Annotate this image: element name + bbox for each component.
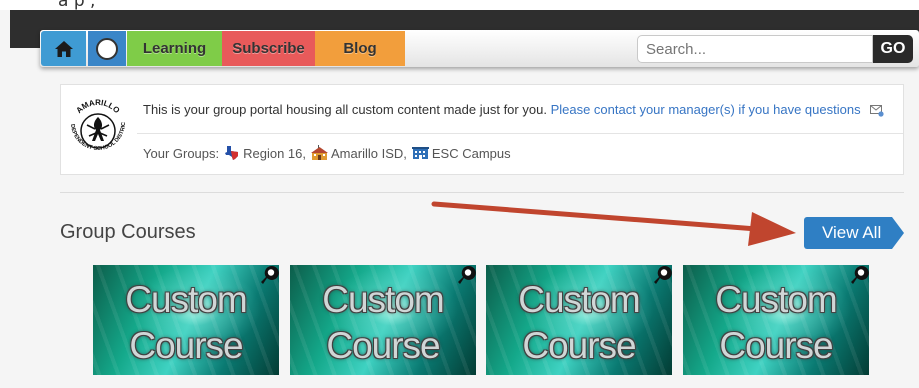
- course-card[interactable]: Custom Course: [93, 265, 279, 375]
- course-title-line1: Custom: [715, 279, 837, 320]
- portal-message-text: This is your group portal housing all cu…: [143, 102, 547, 117]
- groups-label: Your Groups:: [143, 145, 220, 161]
- course-title-line2: Course: [522, 325, 636, 366]
- group-esc-campus-label: ESC Campus: [431, 145, 511, 161]
- annotation-arrow-icon: [431, 201, 796, 246]
- group-amarillo-isd[interactable]: Amarillo ISD,: [311, 145, 407, 161]
- brand-logo-button[interactable]: [88, 31, 126, 66]
- district-seal-logo: AMARILLO INDEPENDENT SCHOOL DISTRICT: [65, 89, 127, 152]
- texas-map-icon: [225, 146, 239, 160]
- browser-top-strip: a p ,: [0, 0, 919, 11]
- map-pin-icon: [851, 265, 869, 284]
- seal-top-text: AMARILLO: [74, 98, 121, 115]
- course-card[interactable]: Custom Course: [290, 265, 476, 375]
- course-title-line1: Custom: [518, 279, 640, 320]
- contact-manager-link[interactable]: Please contact your manager(s) if you ha…: [551, 102, 861, 117]
- map-pin-icon: [261, 265, 279, 284]
- group-courses-heading: Group Courses: [60, 221, 196, 243]
- group-region-16-label: Region 16,: [243, 145, 307, 161]
- course-title-line1: Custom: [322, 279, 444, 320]
- view-all-button[interactable]: View All: [804, 217, 904, 249]
- search-go-button[interactable]: GO: [873, 35, 913, 63]
- map-pin-icon: [458, 265, 476, 284]
- home-icon: [54, 40, 73, 57]
- course-title-line1: Custom: [125, 279, 247, 320]
- group-portal-panel: AMARILLO INDEPENDENT SCHOOL DISTRICT Thi…: [60, 84, 904, 175]
- course-card[interactable]: Custom Course: [486, 265, 672, 375]
- brand-logo-icon: [96, 37, 118, 60]
- envelope-icon[interactable]: [870, 104, 884, 117]
- tab-learning[interactable]: Learning: [127, 31, 222, 66]
- course-title-line2: Course: [719, 325, 833, 366]
- portal-message: This is your group portal housing all cu…: [143, 102, 884, 117]
- portal-divider: [137, 133, 903, 134]
- tab-blog[interactable]: Blog: [315, 31, 405, 66]
- course-card[interactable]: Custom Course: [683, 265, 869, 375]
- svg-text:AMARILLO: AMARILLO: [74, 98, 121, 115]
- campus-building-icon: [411, 147, 429, 159]
- map-pin-icon: [654, 265, 672, 284]
- group-esc-campus[interactable]: ESC Campus: [411, 145, 511, 161]
- home-button[interactable]: [41, 31, 86, 66]
- group-region-16[interactable]: Region 16,: [224, 145, 306, 161]
- group-amarillo-isd-label: Amarillo ISD,: [331, 145, 407, 161]
- tab-subscribe[interactable]: Subscribe: [222, 31, 315, 66]
- main-navbar: Learning Subscribe Blog GO: [40, 30, 919, 67]
- your-groups-row: Your Groups: Region 16, Amarillo ISD, ES…: [143, 145, 511, 161]
- course-title-line2: Course: [326, 325, 440, 366]
- search-input[interactable]: [637, 35, 873, 63]
- course-title-line2: Course: [129, 325, 243, 366]
- school-building-icon: [311, 145, 329, 160]
